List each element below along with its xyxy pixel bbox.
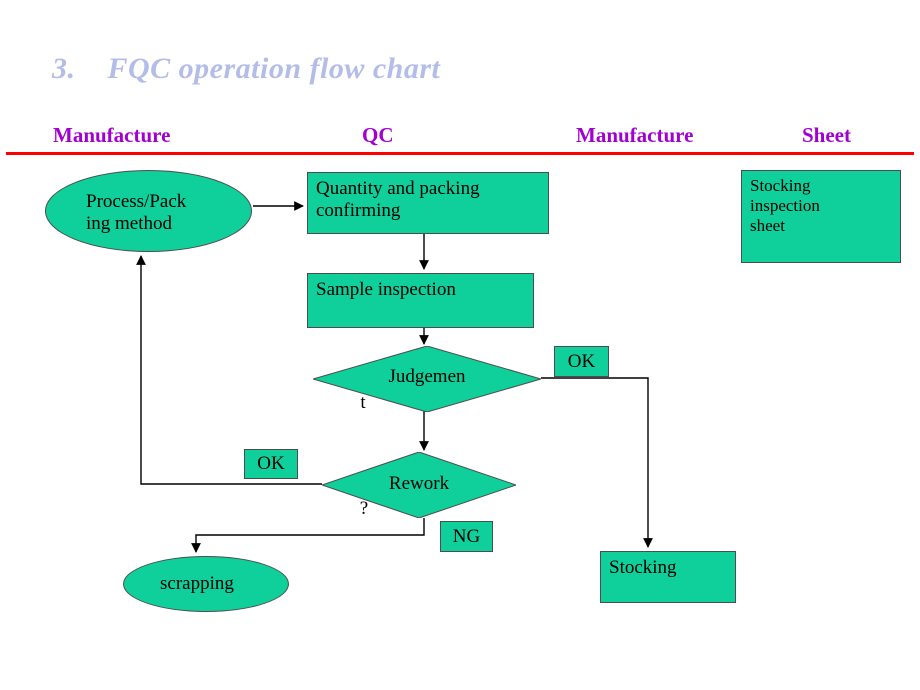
node-quantity-confirming[interactable]: Quantity and packing confirming bbox=[307, 172, 549, 234]
edge-label-rework-ng: NG bbox=[440, 521, 493, 552]
node-judgement-decision[interactable]: Judgemen t bbox=[313, 346, 541, 413]
column-header-qc: QC bbox=[362, 123, 394, 147]
column-header-manufacture-right: Manufacture bbox=[576, 123, 694, 147]
node-scrapping[interactable]: scrapping bbox=[123, 556, 289, 612]
node-process-packing-method-label: Process/Pack ing method bbox=[86, 191, 187, 235]
node-sample-inspection-label: Sample inspection bbox=[316, 279, 456, 300]
node-stocking-label: Stocking bbox=[609, 557, 677, 578]
column-header-sheet: Sheet bbox=[802, 123, 851, 147]
node-quantity-confirming-label: Quantity and packing confirming bbox=[316, 178, 480, 222]
slide-canvas: 3. FQC operation flow chart Manufacture … bbox=[0, 0, 920, 690]
node-stocking-inspection-sheet[interactable]: Stocking inspection sheet bbox=[741, 170, 901, 263]
node-sample-inspection[interactable]: Sample inspection bbox=[307, 273, 534, 328]
node-process-packing-method[interactable]: Process/Pack ing method bbox=[45, 170, 252, 252]
node-rework-decision[interactable]: Rework ? bbox=[322, 452, 516, 519]
rework-diamond-shape bbox=[322, 452, 516, 518]
column-header-manufacture-left: Manufacture bbox=[53, 123, 171, 147]
page-title: 3. FQC operation flow chart bbox=[52, 52, 441, 85]
node-stocking[interactable]: Stocking bbox=[600, 551, 736, 603]
node-stocking-inspection-sheet-label: Stocking inspection sheet bbox=[750, 176, 820, 235]
node-scrapping-label: scrapping bbox=[160, 573, 234, 594]
header-divider-rule bbox=[6, 152, 914, 155]
edge-label-judgement-ok: OK bbox=[554, 346, 609, 377]
edge-label-rework-ok: OK bbox=[244, 449, 298, 479]
judgement-diamond-shape bbox=[313, 346, 541, 412]
